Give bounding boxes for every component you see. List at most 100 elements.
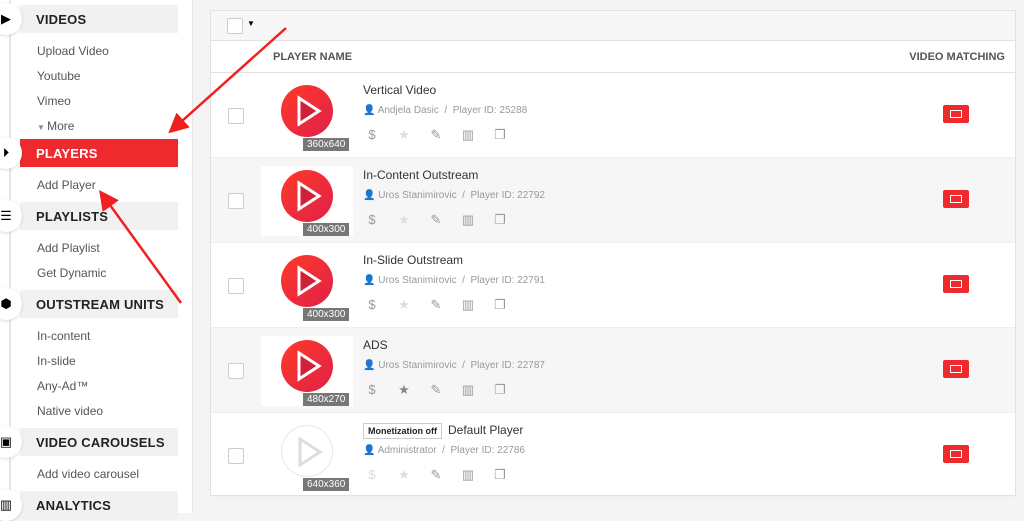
copy-icon[interactable]: ❐	[491, 467, 509, 483]
dollar-icon[interactable]: $	[363, 212, 381, 228]
sidebar-item[interactable]: Upload Video	[37, 44, 109, 58]
sidebar-item[interactable]: Youtube	[37, 69, 81, 83]
row-checkbox[interactable]	[228, 278, 244, 294]
player-title[interactable]: Vertical Video	[363, 83, 436, 97]
select-all-checkbox[interactable]	[227, 18, 243, 34]
row-actions: $ ★ ✎ ▥ ❐	[363, 127, 509, 143]
row-checkbox[interactable]	[228, 193, 244, 209]
analytics-icon[interactable]: ▥	[459, 382, 477, 398]
pencil-icon[interactable]: ✎	[427, 297, 445, 313]
player-thumbnail[interactable]: 360x640	[261, 81, 353, 151]
sidebar-item[interactable]: Add Player	[37, 178, 96, 192]
table-row[interactable]: 400x300 In-Slide Outstream 👤 Uros Stanim…	[211, 243, 1015, 328]
monetization-badge: Monetization off	[363, 423, 442, 439]
user-icon: 👤	[363, 105, 375, 116]
video-matching-icon	[950, 450, 962, 458]
player-title[interactable]: Monetization off Default Player	[363, 423, 523, 439]
copy-icon[interactable]: ❐	[491, 212, 509, 228]
player-name[interactable]: In-Slide Outstream	[363, 253, 463, 267]
player-title[interactable]: In-Slide Outstream	[363, 253, 463, 267]
row-checkbox[interactable]	[228, 363, 244, 379]
pencil-icon[interactable]: ✎	[427, 382, 445, 398]
pencil-icon[interactable]: ✎	[427, 127, 445, 143]
player-name[interactable]: In-Content Outstream	[363, 168, 478, 182]
analytics-icon[interactable]: ▥	[459, 127, 477, 143]
star-icon[interactable]: ★	[395, 212, 413, 228]
star-icon[interactable]: ★	[395, 382, 413, 398]
analytics-icon[interactable]: ▥	[459, 212, 477, 228]
player-meta: 👤 Uros Stanimirovic / Player ID: 22791	[363, 275, 545, 286]
video-matching-button[interactable]	[943, 275, 969, 293]
player-name[interactable]: ADS	[363, 338, 388, 352]
player-thumbnail[interactable]: 400x300	[261, 251, 353, 321]
author: Uros Stanimirovic	[378, 190, 456, 201]
dimensions-label: 480x270	[303, 393, 349, 406]
star-icon[interactable]: ★	[395, 127, 413, 143]
player-meta: 👤 Administrator / Player ID: 22786	[363, 445, 525, 456]
play-icon	[281, 340, 333, 392]
sidebar-item[interactable]: In-content	[37, 329, 90, 343]
play-icon	[281, 170, 333, 222]
row-actions: $ ★ ✎ ▥ ❐	[363, 467, 509, 483]
sidebar-item[interactable]: Any-Ad™	[37, 379, 88, 393]
video-matching-button[interactable]	[943, 445, 969, 463]
video-matching-button[interactable]	[943, 360, 969, 378]
star-icon[interactable]: ★	[395, 467, 413, 483]
player-thumbnail[interactable]: 480x270	[261, 336, 353, 406]
sidebar-item[interactable]: ▼ More	[37, 119, 74, 133]
player-thumbnail[interactable]: 400x300	[261, 166, 353, 236]
player-title[interactable]: ADS	[363, 338, 388, 352]
cube-icon: ⬢	[0, 288, 22, 320]
sidebar-section-video-carousels[interactable]: VIDEO CAROUSELS	[20, 428, 178, 456]
sidebar-item[interactable]: Add video carousel	[37, 467, 139, 481]
dollar-icon[interactable]: $	[363, 127, 381, 143]
player-meta: 👤 Uros Stanimirovic / Player ID: 22792	[363, 190, 545, 201]
table-row[interactable]: 640x360 Monetization off Default Player 👤…	[211, 413, 1015, 498]
author: Uros Stanimirovic	[378, 360, 456, 371]
sidebar-item[interactable]: Get Dynamic	[37, 266, 106, 280]
video-matching-button[interactable]	[943, 190, 969, 208]
video-matching-icon	[950, 110, 962, 118]
copy-icon[interactable]: ❐	[491, 297, 509, 313]
sidebar-section-players[interactable]: PLAYERS	[20, 139, 178, 167]
col-player-name[interactable]: PLAYER NAME	[273, 51, 352, 63]
table-row[interactable]: 360x640 Vertical Video 👤 Andjela Dasic /…	[211, 73, 1015, 158]
select-dropdown-caret-icon[interactable]: ▼	[247, 19, 255, 28]
sidebar-section-analytics[interactable]: ANALYTICS	[20, 491, 178, 519]
dimensions-label: 400x300	[303, 223, 349, 236]
row-checkbox[interactable]	[228, 108, 244, 124]
analytics-icon[interactable]: ▥	[459, 297, 477, 313]
copy-icon[interactable]: ❐	[491, 382, 509, 398]
player-title[interactable]: In-Content Outstream	[363, 168, 478, 182]
table-row[interactable]: 480x270 ADS 👤 Uros Stanimirovic / Player…	[211, 328, 1015, 413]
dimensions-label: 640x360	[303, 478, 349, 491]
player-name[interactable]: Default Player	[448, 423, 523, 437]
pencil-icon[interactable]: ✎	[427, 212, 445, 228]
row-checkbox[interactable]	[228, 448, 244, 464]
column-header: PLAYER NAME VIDEO MATCHING	[211, 41, 1015, 73]
copy-icon[interactable]: ❐	[491, 127, 509, 143]
list-icon: ☰	[0, 200, 22, 232]
video-matching-button[interactable]	[943, 105, 969, 123]
sidebar-item[interactable]: Add Playlist	[37, 241, 100, 255]
star-icon[interactable]: ★	[395, 297, 413, 313]
dollar-icon[interactable]: $	[363, 382, 381, 398]
dollar-icon[interactable]: $	[363, 467, 381, 483]
sidebar-item[interactable]: In-slide	[37, 354, 76, 368]
player-id: Player ID: 22786	[451, 445, 526, 456]
player-id: Player ID: 22787	[471, 360, 546, 371]
analytics-icon[interactable]: ▥	[459, 467, 477, 483]
table-row[interactable]: 400x300 In-Content Outstream 👤 Uros Stan…	[211, 158, 1015, 243]
sidebar-item[interactable]: Vimeo	[37, 94, 71, 108]
player-name[interactable]: Vertical Video	[363, 83, 436, 97]
sidebar-section-playlists[interactable]: PLAYLISTS	[20, 202, 178, 230]
dollar-icon[interactable]: $	[363, 297, 381, 313]
pencil-icon[interactable]: ✎	[427, 467, 445, 483]
sidebar-section-outstream-units[interactable]: OUTSTREAM UNITS	[20, 290, 178, 318]
player-thumbnail[interactable]: 640x360	[261, 421, 353, 491]
col-video-matching[interactable]: VIDEO MATCHING	[909, 51, 1005, 63]
user-icon: 👤	[363, 275, 375, 286]
sidebar-item[interactable]: Native video	[37, 404, 103, 418]
player-id: Player ID: 25288	[453, 105, 528, 116]
sidebar-section-videos[interactable]: VIDEOS	[20, 5, 178, 33]
